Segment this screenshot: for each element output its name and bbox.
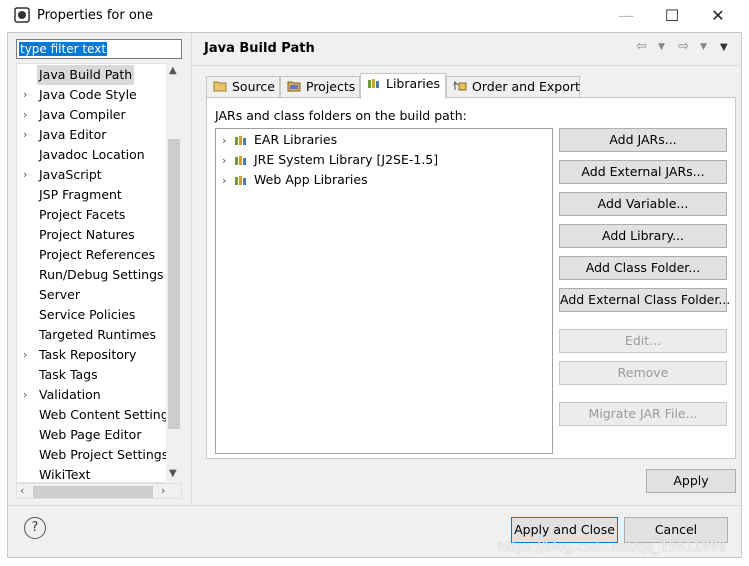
tab-libraries[interactable]: Libraries [360, 73, 446, 99]
expand-arrow-icon[interactable]: › [23, 105, 33, 125]
sidebar-item-label: Service Policies [39, 307, 136, 322]
sidebar-item-label: Run/Debug Settings [39, 267, 164, 282]
scroll-thumb-horizontal[interactable] [33, 486, 153, 498]
sidebar-item-label: Project Natures [39, 227, 135, 242]
sidebar-item-label: Java Editor [39, 127, 107, 142]
tab-order-and-export[interactable]: Order and Export [446, 76, 580, 98]
page-title: Java Build Path [204, 41, 315, 56]
expand-arrow-icon[interactable]: › [222, 131, 234, 151]
sidebar-item-label: JSP Fragment [39, 187, 122, 202]
sidebar-item-label: Web Page Editor [39, 427, 142, 442]
order-export-icon [453, 80, 467, 91]
expand-arrow-icon[interactable]: › [23, 85, 33, 105]
sidebar-item-label: Web Project Settings [39, 447, 169, 462]
forward-arrow-icon[interactable]: ⇨ [678, 39, 689, 54]
sidebar-item-label: Java Code Style [39, 87, 137, 102]
maximize-button[interactable]: ☐ [649, 0, 695, 30]
add-jars-button[interactable]: Add JARs... [559, 128, 727, 152]
remove-button[interactable]: Remove [559, 361, 727, 385]
library-item-jre[interactable]: › JRE System Library [J2SE-1.5] [222, 150, 438, 170]
sidebar-item-label: Task Tags [39, 367, 98, 382]
apply-button[interactable]: Apply [646, 469, 736, 493]
title-bar: Properties for one — ☐ ✕ [0, 0, 749, 32]
migrate-jar-button[interactable]: Migrate JAR File... [559, 402, 727, 426]
expand-arrow-icon[interactable]: › [222, 151, 234, 171]
edit-button[interactable]: Edit... [559, 329, 727, 353]
sidebar-item-label: Project Facets [39, 207, 126, 222]
expand-arrow-icon[interactable]: › [222, 171, 234, 191]
add-class-folder-button[interactable]: Add Class Folder... [559, 256, 727, 280]
sidebar-item-label: WikiText [39, 467, 91, 482]
minimize-button[interactable]: — [603, 0, 649, 30]
back-menu-icon[interactable]: ▼ [658, 42, 665, 52]
library-item-ear[interactable]: › EAR Libraries [222, 130, 337, 150]
library-icon [235, 176, 246, 185]
footer-separator [8, 505, 741, 506]
build-path-label: JARs and class folders on the build path… [215, 108, 467, 123]
scroll-up-icon[interactable]: ▲ [169, 65, 177, 76]
library-icon [235, 156, 246, 165]
add-external-class-folder-button[interactable]: Add External Class Folder... [559, 288, 730, 312]
expand-arrow-icon[interactable]: › [23, 385, 33, 405]
add-variable-button[interactable]: Add Variable... [559, 192, 727, 216]
scroll-right-icon[interactable]: › [161, 484, 165, 497]
add-library-button[interactable]: Add Library... [559, 224, 727, 248]
sidebar-item-label: Javadoc Location [39, 147, 145, 162]
close-button[interactable]: ✕ [695, 0, 741, 30]
sidebar-item-label: Java Compiler [39, 107, 126, 122]
projects-folder-icon [287, 81, 301, 92]
watermark-text: https://blog.csdn.net/qq_15611889 [498, 540, 727, 555]
back-arrow-icon[interactable]: ⇦ [636, 39, 647, 54]
view-menu-icon[interactable]: ▼ [720, 42, 728, 53]
tree-vertical-scrollbar[interactable]: ▲ ▼ [166, 63, 182, 483]
sash-divider[interactable] [191, 33, 192, 505]
header-separator [192, 65, 742, 66]
sidebar-item-label: JavaScript [39, 167, 102, 182]
filter-input[interactable]: type filter text [16, 39, 182, 59]
property-page-tree[interactable]: Java Build Path › Java Code Style › Java Com… [16, 63, 182, 483]
dialog-body: type filter text Java Build Path › Java Co… [7, 32, 742, 558]
expand-arrow-icon[interactable]: › [23, 125, 33, 145]
expand-arrow-icon[interactable]: › [23, 165, 33, 185]
library-tree[interactable]: › EAR Libraries › JRE System Library [J2SE… [215, 128, 553, 454]
add-external-jars-button[interactable]: Add External JARs... [559, 160, 727, 184]
sidebar-item-label: Targeted Runtimes [39, 327, 156, 342]
sidebar-item-label: Task Repository [39, 347, 137, 362]
scroll-thumb[interactable] [168, 139, 180, 429]
page-navigation: ⇦ ▼ ⇨ ▼ ▼ [636, 39, 736, 57]
scroll-left-icon[interactable]: ‹ [20, 484, 24, 497]
sidebar-item-label: Java Build Path [37, 65, 135, 85]
sidebar-item-label: Project References [39, 247, 156, 262]
forward-menu-icon[interactable]: ▼ [700, 42, 707, 52]
window-title: Properties for one [37, 8, 154, 23]
library-icon [235, 136, 246, 145]
eclipse-app-icon [14, 7, 30, 23]
scroll-down-icon[interactable]: ▼ [169, 468, 177, 479]
library-item-webapp[interactable]: › Web App Libraries [222, 170, 368, 190]
sidebar-item-label: Web Content Settings [39, 407, 176, 422]
sidebar-item-label: Server [39, 287, 80, 302]
sidebar-item-label: Validation [39, 387, 101, 402]
source-folder-icon [213, 81, 227, 92]
filter-input-text: type filter text [19, 42, 108, 56]
expand-arrow-icon[interactable]: › [23, 345, 33, 365]
libraries-icon [368, 79, 379, 88]
help-icon[interactable]: ? [24, 517, 46, 539]
tab-projects[interactable]: Projects [280, 76, 360, 98]
libraries-tab-panel: JARs and class folders on the build path… [206, 97, 736, 459]
tab-source[interactable]: Source [206, 76, 280, 98]
tree-horizontal-scrollbar[interactable]: ‹ › [16, 483, 182, 499]
